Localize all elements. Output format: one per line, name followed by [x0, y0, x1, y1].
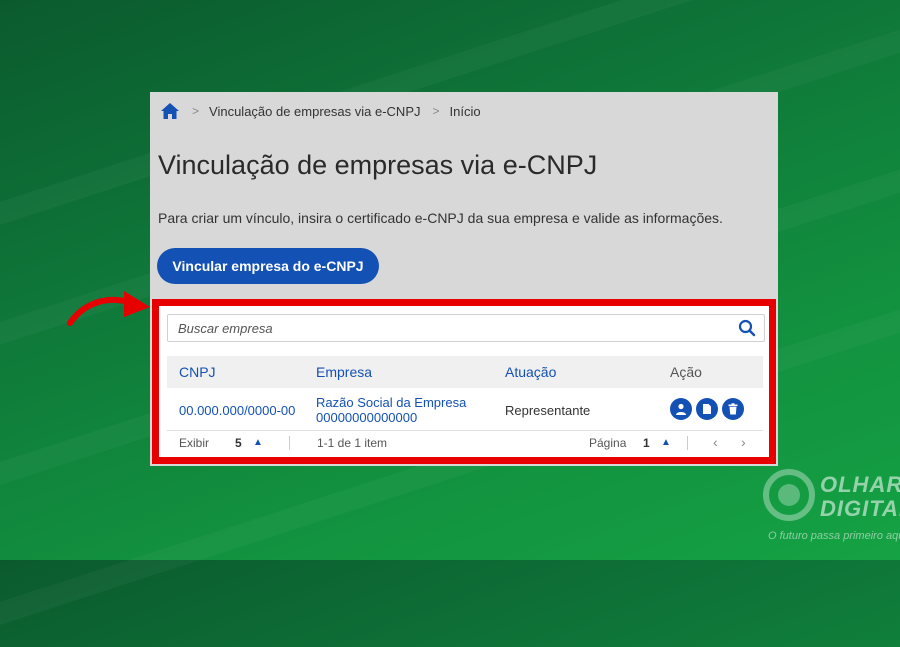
- company-link[interactable]: Razão Social da Empresa 00000000000000: [316, 395, 466, 425]
- link-company-button[interactable]: Vincular empresa do e-CNPJ: [157, 248, 379, 284]
- page-label: Página: [589, 436, 627, 450]
- page-number[interactable]: 1: [643, 436, 650, 450]
- document-icon: [703, 404, 711, 414]
- company-number: 00000000000000: [316, 410, 418, 425]
- page-title: Vinculação de empresas via e-CNPJ: [158, 150, 598, 180]
- brand-tagline: O futuro passa primeiro aqui: [768, 530, 900, 542]
- divider: [687, 436, 688, 450]
- chevron-right-icon[interactable]: ›: [741, 434, 746, 450]
- breadcrumb-item-vinculacao[interactable]: Vinculação de empresas via e-CNPJ: [209, 104, 420, 119]
- search-input[interactable]: [168, 320, 738, 336]
- chevron-up-icon[interactable]: ▲: [253, 437, 263, 448]
- breadcrumb-separator: >: [432, 104, 440, 118]
- chevron-up-icon[interactable]: ▲: [661, 437, 671, 448]
- show-count[interactable]: 5: [235, 436, 242, 450]
- column-header-acao: Ação: [670, 364, 702, 380]
- breadcrumb-item-inicio[interactable]: Início: [450, 104, 481, 119]
- breadcrumb-separator: >: [192, 104, 200, 118]
- brand-watermark: OLHAR DIGITAL O futuro passa primeiro aq…: [762, 468, 900, 548]
- pagination-bar: Exibir 5 ▲ 1-1 de 1 item Página 1 ▲ ‹ ›: [167, 432, 763, 454]
- column-header-empresa[interactable]: Empresa: [316, 364, 372, 380]
- user-icon: [676, 403, 686, 415]
- chevron-left-icon[interactable]: ‹: [713, 434, 718, 450]
- table-header: CNPJ Empresa Atuação Ação: [167, 356, 763, 388]
- search-field: [167, 314, 765, 342]
- document-action-button[interactable]: [696, 398, 718, 420]
- show-label: Exibir: [179, 436, 210, 450]
- role-text: Representante: [505, 403, 591, 418]
- cnpj-link[interactable]: 00.000.000/0000-00: [179, 403, 295, 418]
- company-name: Razão Social da Empresa: [316, 395, 467, 410]
- home-icon[interactable]: [160, 102, 180, 120]
- breadcrumb: > Vinculação de empresas via e-CNPJ > In…: [160, 100, 481, 122]
- table-row: 00.000.000/0000-00 Razão Social da Empre…: [167, 390, 763, 431]
- page-description: Para criar um vínculo, insira o certific…: [158, 210, 723, 226]
- red-arrow-icon: [67, 291, 150, 326]
- user-action-button[interactable]: [670, 398, 692, 420]
- range-text: 1-1 de 1 item: [317, 436, 388, 450]
- trash-icon: [728, 403, 738, 415]
- column-header-atuacao[interactable]: Atuação: [505, 364, 556, 380]
- brand-logo-icon: [763, 469, 815, 521]
- delete-action-button[interactable]: [722, 398, 744, 420]
- highlighted-company-table: CNPJ Empresa Atuação Ação 00.000.000/000…: [152, 299, 776, 464]
- divider: [289, 436, 290, 450]
- brand-name-line1: OLHAR: [820, 472, 900, 497]
- column-header-cnpj[interactable]: CNPJ: [179, 364, 216, 380]
- brand-name-line2: DIGITAL: [820, 496, 900, 521]
- search-icon[interactable]: [738, 319, 756, 337]
